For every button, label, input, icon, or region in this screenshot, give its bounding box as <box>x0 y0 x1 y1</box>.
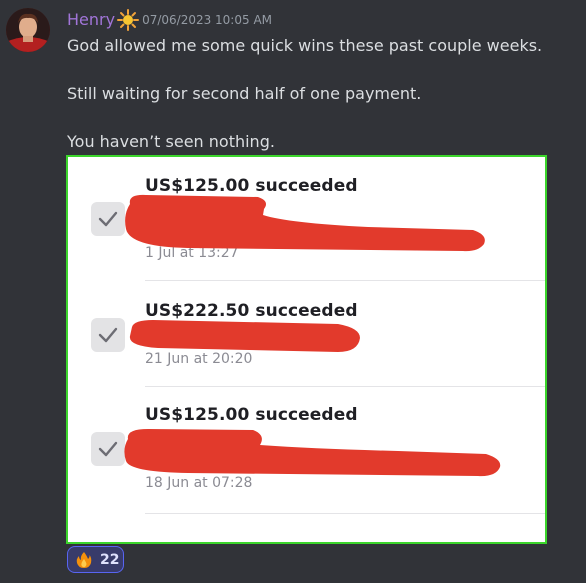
sun-emoji-icon <box>117 9 140 31</box>
divider <box>145 280 545 281</box>
message-timestamp: 07/06/2023 10:05 AM <box>142 13 272 27</box>
fire-reaction-button[interactable]: 22 <box>67 546 124 573</box>
redaction-scribble <box>125 194 485 252</box>
divider <box>145 513 545 514</box>
image-attachment[interactable]: US$125.00 succeeded 1 Jul at 13:27 US$22… <box>66 155 547 544</box>
message-text-line: God allowed me some quick wins these pas… <box>67 36 543 55</box>
message-text-line: You haven’t seen nothing. <box>67 132 275 151</box>
chat-message: Henry 07/06/2023 10:05 AM God allowed me… <box>0 0 586 583</box>
reaction-count: 22 <box>100 551 120 568</box>
fire-emoji-icon <box>75 551 93 569</box>
message-text-line: Still waiting for second half of one pay… <box>67 84 422 103</box>
avatar[interactable] <box>6 8 50 52</box>
message-header: Henry 07/06/2023 10:05 AM <box>67 9 272 31</box>
redaction-scribble <box>129 320 360 352</box>
username[interactable]: Henry <box>67 9 115 31</box>
redaction-scribble <box>124 429 501 477</box>
